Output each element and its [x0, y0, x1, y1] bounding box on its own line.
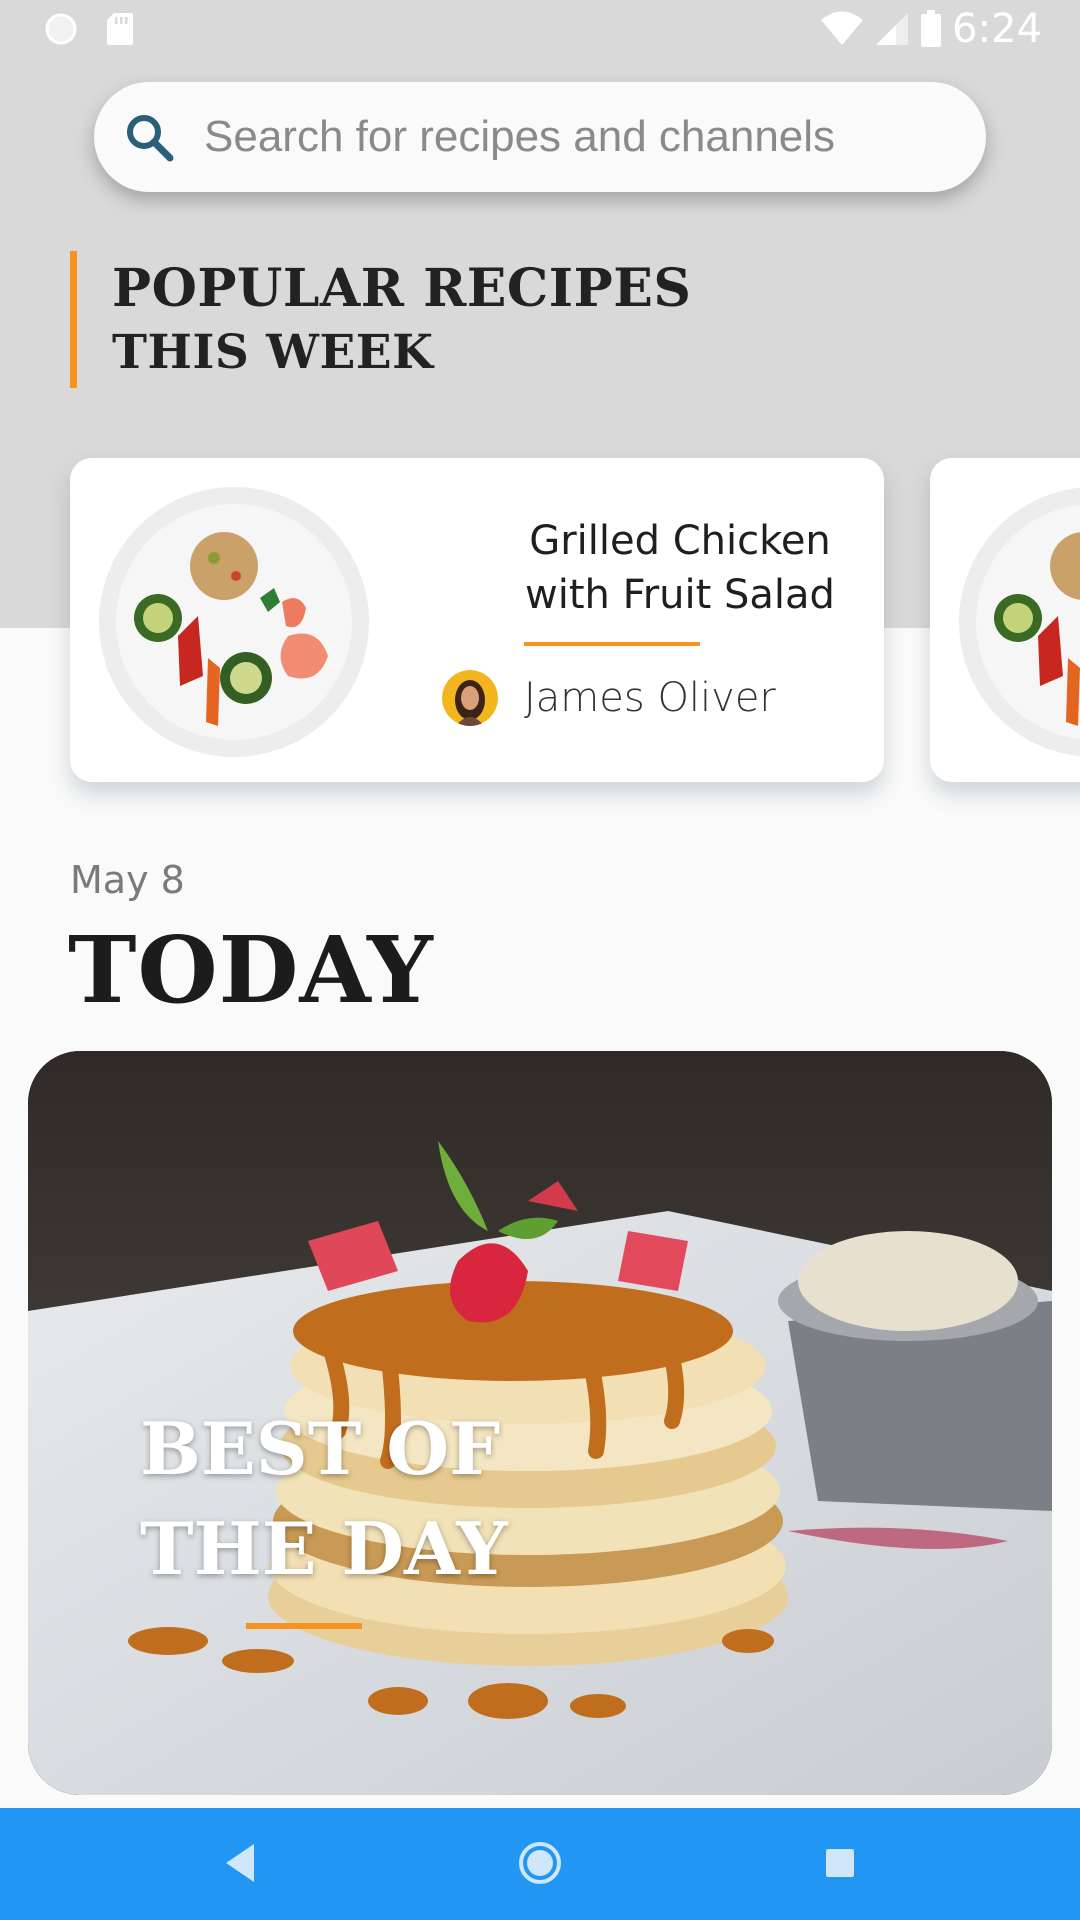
- status-right: 6:24: [820, 6, 1042, 52]
- recipe-title-line-2: with Fruit Salad: [525, 572, 835, 618]
- wifi-icon: [821, 11, 864, 45]
- section-accent-bar: [70, 251, 77, 388]
- heading-line-2: THIS WEEK: [112, 325, 434, 380]
- search-icon[interactable]: [120, 108, 180, 168]
- avatar: [442, 670, 498, 726]
- recipe-card-next[interactable]: [930, 458, 1080, 782]
- circle-indicator-icon: [45, 13, 77, 45]
- hero-divider: [246, 1623, 362, 1629]
- date-label: May 8: [70, 858, 185, 902]
- recipe-image: [959, 487, 1080, 757]
- recipe-title: Grilled Chicken with Fruit Salad: [400, 514, 884, 622]
- best-of-the-day-card[interactable]: BEST OF THE DAY: [28, 1051, 1052, 1795]
- battery-icon: [921, 10, 942, 47]
- hero-title: BEST OF THE DAY: [140, 1399, 508, 1599]
- search-bar[interactable]: Search for recipes and channels: [94, 82, 986, 192]
- sd-card-icon: [107, 13, 133, 45]
- home-icon[interactable]: [518, 1838, 562, 1888]
- recipe-author[interactable]: James Oliver: [442, 670, 776, 726]
- recents-icon[interactable]: [822, 1838, 858, 1888]
- navigation-bar: [0, 1808, 1080, 1920]
- search-input[interactable]: Search for recipes and channels: [204, 82, 835, 192]
- hero-title-line-2: THE DAY: [140, 1506, 508, 1591]
- recipe-image: [99, 487, 369, 757]
- signal-icon: [876, 13, 909, 45]
- status-time: 6:24: [952, 6, 1042, 52]
- recipe-title-divider: [524, 642, 700, 646]
- recipe-card[interactable]: Grilled Chicken with Fruit Salad James O…: [70, 458, 884, 782]
- author-name: James Oliver: [524, 675, 776, 721]
- popular-recipes-heading: POPULAR RECIPES THIS WEEK: [112, 256, 691, 384]
- hero-title-line-1: BEST OF: [140, 1406, 501, 1491]
- back-icon[interactable]: [220, 1838, 260, 1888]
- recipe-title-line-1: Grilled Chicken: [529, 518, 831, 564]
- status-bar: 6:24: [0, 0, 1080, 58]
- today-heading: TODAY: [68, 916, 434, 1024]
- status-left: [44, 12, 134, 46]
- heading-line-1: POPULAR RECIPES: [112, 258, 692, 319]
